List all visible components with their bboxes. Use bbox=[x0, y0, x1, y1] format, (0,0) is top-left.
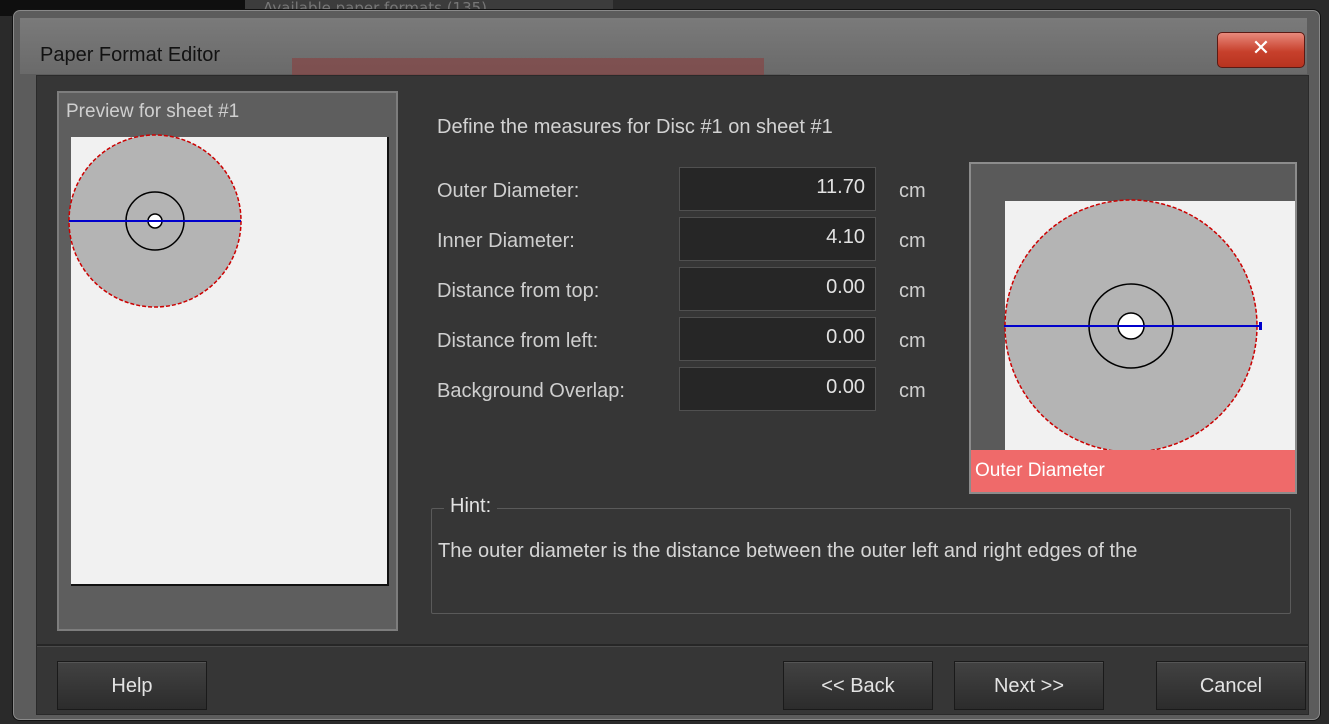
distance-left-label: Distance from left: bbox=[437, 330, 599, 352]
outer-diameter-label: Outer Diameter: bbox=[437, 180, 580, 202]
hint-group: Hint: The outer diameter is the distance… bbox=[431, 495, 1291, 614]
background-overlap-input[interactable]: 0.00 bbox=[679, 367, 876, 411]
distance-top-label: Distance from top: bbox=[437, 280, 600, 302]
diagram-disc-graphic bbox=[1004, 199, 1262, 453]
footer-separator bbox=[37, 644, 1308, 647]
outer-diameter-input[interactable]: 11.70 bbox=[679, 167, 876, 211]
preview-sheet bbox=[68, 134, 389, 586]
diagram-caption: Outer Diameter bbox=[971, 450, 1295, 492]
help-button[interactable]: Help bbox=[57, 661, 207, 710]
inner-diameter-input[interactable]: 4.10 bbox=[679, 217, 876, 261]
paper-format-editor-dialog: Paper Format Editor ✕ Preview for sheet … bbox=[13, 10, 1320, 720]
title-bar[interactable]: Paper Format Editor ✕ bbox=[20, 18, 1307, 92]
preview-label: Preview for sheet #1 bbox=[66, 101, 240, 122]
next-button[interactable]: Next >> bbox=[954, 661, 1104, 710]
outer-diameter-unit: cm bbox=[899, 180, 926, 202]
window-title: Paper Format Editor bbox=[40, 44, 221, 66]
dialog-content: Preview for sheet #1 Define the measures… bbox=[36, 75, 1309, 715]
sheet-preview-panel: Preview for sheet #1 bbox=[57, 91, 398, 631]
cancel-button[interactable]: Cancel bbox=[1156, 661, 1306, 710]
back-button[interactable]: << Back bbox=[783, 661, 933, 710]
distance-top-unit: cm bbox=[899, 280, 926, 302]
close-button[interactable]: ✕ bbox=[1217, 32, 1305, 68]
distance-top-input[interactable]: 0.00 bbox=[679, 267, 876, 311]
distance-left-input[interactable]: 0.00 bbox=[679, 317, 876, 361]
inner-diameter-unit: cm bbox=[899, 230, 926, 252]
background-overlap-label: Background Overlap: bbox=[437, 380, 625, 402]
inner-diameter-label: Inner Diameter: bbox=[437, 230, 575, 252]
background-overlap-unit: cm bbox=[899, 380, 926, 402]
hint-text: The outer diameter is the distance betwe… bbox=[438, 540, 1138, 562]
form-heading: Define the measures for Disc #1 on sheet… bbox=[437, 116, 833, 138]
measure-diagram-panel: Outer Diameter bbox=[969, 162, 1297, 494]
preview-disc-graphic bbox=[68, 134, 242, 308]
distance-left-unit: cm bbox=[899, 330, 926, 352]
hint-legend: Hint: bbox=[444, 495, 498, 518]
diameter-line-endcap bbox=[1259, 322, 1262, 330]
